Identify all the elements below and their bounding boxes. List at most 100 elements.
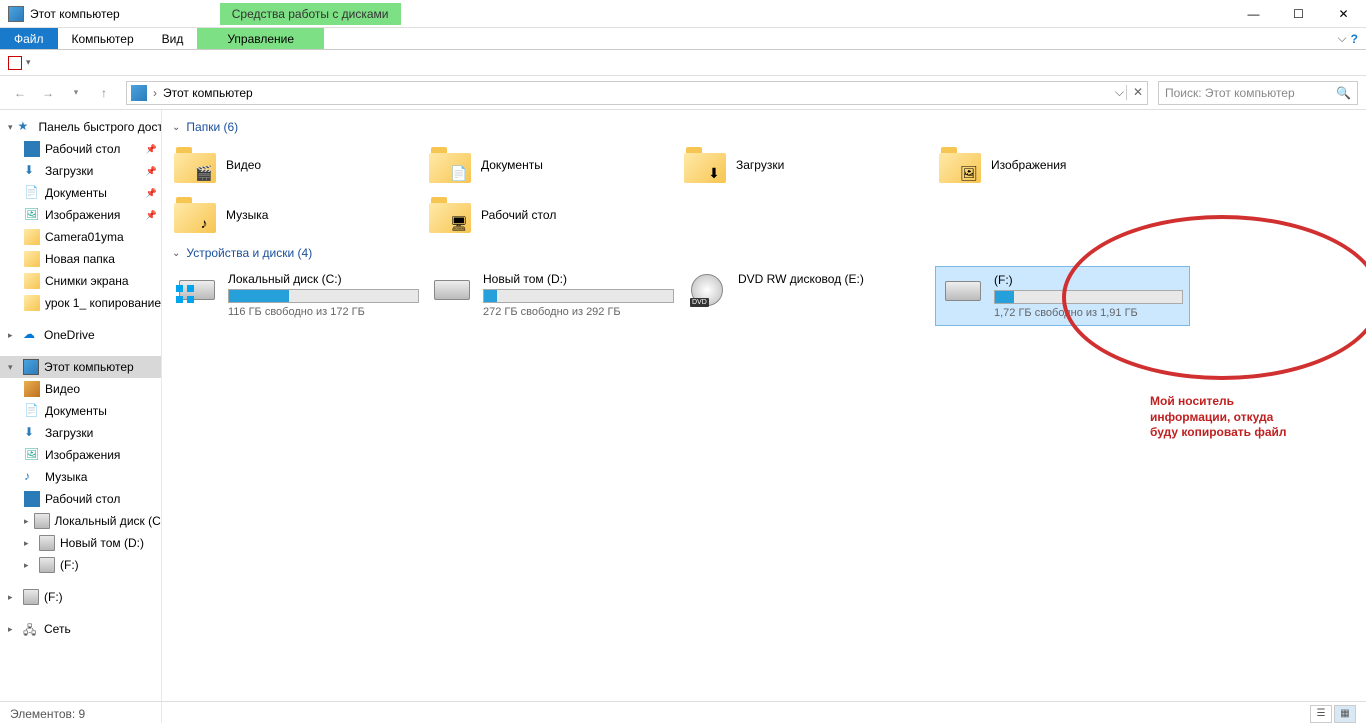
search-input[interactable]: Поиск: Этот компьютер 🔍 (1158, 81, 1358, 105)
search-placeholder: Поиск: Этот компьютер (1165, 86, 1295, 100)
tree-pc-c[interactable]: ▸Локальный диск (C:) (0, 510, 161, 532)
tree-onedrive[interactable]: ▸☁OneDrive (0, 324, 161, 346)
menu-bar: Файл Компьютер Вид Управление ⌵ ? (0, 28, 1366, 50)
tree-pc-music[interactable]: ♪Музыка (0, 466, 161, 488)
menu-view[interactable]: Вид (148, 28, 198, 49)
tree-pc-pictures[interactable]: 🖼Изображения (0, 444, 161, 466)
window-icon (8, 6, 24, 22)
folder-label: Изображения (991, 158, 1066, 172)
drive-label: (F:) (994, 273, 1183, 287)
folder-label: Музыка (226, 208, 268, 222)
folder-icon: ⬇ (684, 147, 726, 183)
address-dropdown-icon[interactable]: ⌵ (1115, 85, 1124, 100)
tree-f-drive[interactable]: ▸(F:) (0, 586, 161, 608)
folder-label: Документы (481, 158, 543, 172)
group-folders-header[interactable]: ⌄ Папки (6) (170, 114, 1358, 140)
drive-item[interactable]: (F:) 1,72 ГБ свободно из 1,91 ГБ (935, 266, 1190, 326)
folder-icon: ♪ (174, 197, 216, 233)
tree-desktop[interactable]: Рабочий стол📌 (0, 138, 161, 160)
menu-manage[interactable]: Управление (197, 28, 324, 49)
breadcrumb-root[interactable]: Этот компьютер (163, 86, 253, 100)
tree-pc-d[interactable]: ▸Новый том (D:) (0, 532, 161, 554)
drive-item[interactable]: Новый том (D:) 272 ГБ свободно из 292 ГБ (425, 266, 680, 326)
menu-file[interactable]: Файл (0, 28, 58, 49)
tree-documents[interactable]: 📄Документы📌 (0, 182, 161, 204)
window-title: Этот компьютер (30, 7, 120, 21)
ribbon-context-tab[interactable]: Средства работы с дисками (220, 3, 401, 25)
tree-pictures[interactable]: 🖼Изображения📌 (0, 204, 161, 226)
drive-label: Новый том (D:) (483, 272, 674, 286)
group-drives-header[interactable]: ⌄ Устройства и диски (4) (170, 240, 1358, 266)
pin-icon: 📌 (146, 166, 157, 177)
view-details-button[interactable]: ☰ (1310, 705, 1332, 723)
content-area: ⌄ Папки (6) 🎬 Видео 📄 Документы ⬇ Загрузки 🖼 Из… (162, 110, 1366, 723)
nav-bar: ← → ▾ ↑ › Этот компьютер ⌵ ✕ Поиск: Этот… (0, 76, 1366, 110)
drive-capacity-bar (228, 289, 419, 303)
status-bar: Элементов: 9 ☰ ▦ (0, 701, 1366, 725)
tree-thispc[interactable]: ▾Этот компьютер (0, 356, 161, 378)
minimize-button[interactable]: — (1231, 0, 1276, 28)
recent-dropdown-icon[interactable]: ▾ (64, 81, 88, 105)
title-bar: Этот компьютер Средства работы с дисками… (0, 0, 1366, 28)
folder-item[interactable]: 🎬 Видео (170, 140, 425, 190)
view-tiles-button[interactable]: ▦ (1334, 705, 1356, 723)
help-icon[interactable]: ? (1351, 32, 1358, 46)
tree-screenshots[interactable]: Снимки экрана (0, 270, 161, 292)
pin-icon: 📌 (146, 210, 157, 221)
folder-item[interactable]: ⬇ Загрузки (680, 140, 935, 190)
tree-lesson[interactable]: урок 1_ копирование (0, 292, 161, 314)
folder-icon: 📄 (429, 147, 471, 183)
folder-icon: 🎬 (174, 147, 216, 183)
annotation-text: Мой носитель информации, откуда буду коп… (1150, 394, 1287, 441)
folder-icon: 🖼 (939, 147, 981, 183)
collapse-icon: ⌄ (172, 122, 180, 133)
tree-pc-documents[interactable]: 📄Документы (0, 400, 161, 422)
tree-pc-f[interactable]: ▸(F:) (0, 554, 161, 576)
folder-label: Загрузки (736, 158, 784, 172)
up-button[interactable]: ↑ (92, 81, 116, 105)
folder-item[interactable]: ♪ Музыка (170, 190, 425, 240)
tree-network[interactable]: ▸🖧Сеть (0, 618, 161, 640)
qa-dropdown-icon[interactable]: ▾ (26, 57, 31, 68)
drive-free-text: 116 ГБ свободно из 172 ГБ (228, 306, 419, 318)
drive-capacity-bar (483, 289, 674, 303)
tree-downloads[interactable]: ⬇Загрузки📌 (0, 160, 161, 182)
drive-free-text: 1,72 ГБ свободно из 1,91 ГБ (994, 307, 1183, 319)
search-icon: 🔍 (1336, 86, 1351, 100)
drive-icon (942, 273, 984, 309)
folder-item[interactable]: 🖥Рабочий стол (425, 190, 680, 240)
tree-newfolder[interactable]: Новая папка (0, 248, 161, 270)
quick-access-bar: ▾ (0, 50, 1366, 76)
menu-computer[interactable]: Компьютер (58, 28, 148, 49)
maximize-button[interactable]: ☐ (1276, 0, 1321, 28)
folder-item[interactable]: 🖼 Изображения (935, 140, 1190, 190)
back-button[interactable]: ← (8, 81, 32, 105)
address-bar[interactable]: › Этот компьютер ⌵ ✕ (126, 81, 1148, 105)
drive-item[interactable]: Локальный диск (C:) 116 ГБ свободно из 17… (170, 266, 425, 326)
refresh-button[interactable]: ✕ (1126, 85, 1143, 100)
tree-pc-downloads[interactable]: ⬇Загрузки (0, 422, 161, 444)
tree-pc-desktop[interactable]: Рабочий стол (0, 488, 161, 510)
forward-button[interactable]: → (36, 81, 60, 105)
drive-label: DVD RW дисковод (E:) (738, 272, 929, 286)
drive-capacity-bar (994, 290, 1183, 304)
address-icon (131, 85, 147, 101)
tree-pc-video[interactable]: Видео (0, 378, 161, 400)
drive-free-text: 272 ГБ свободно из 292 ГБ (483, 306, 674, 318)
close-button[interactable]: ✕ (1321, 0, 1366, 28)
status-count: Элементов: 9 (10, 707, 85, 721)
pin-icon: 📌 (146, 144, 157, 155)
drive-icon (431, 272, 473, 308)
collapse-icon: ⌄ (172, 248, 180, 259)
drive-icon (176, 272, 218, 308)
pin-icon: 📌 (146, 188, 157, 199)
tree-camera[interactable]: Camera01yma (0, 226, 161, 248)
tree-quick-access[interactable]: ▾★Панель быстрого доступа (0, 116, 161, 138)
drive-icon: DVD (686, 272, 728, 308)
ribbon-expand-icon[interactable]: ⌵ (1338, 31, 1347, 46)
qa-checkbox-icon[interactable] (8, 56, 22, 70)
drive-label: Локальный диск (C:) (228, 272, 419, 286)
folder-label: Видео (226, 158, 261, 172)
drive-item[interactable]: DVD DVD RW дисковод (E:) (680, 266, 935, 326)
folder-item[interactable]: 📄 Документы (425, 140, 680, 190)
